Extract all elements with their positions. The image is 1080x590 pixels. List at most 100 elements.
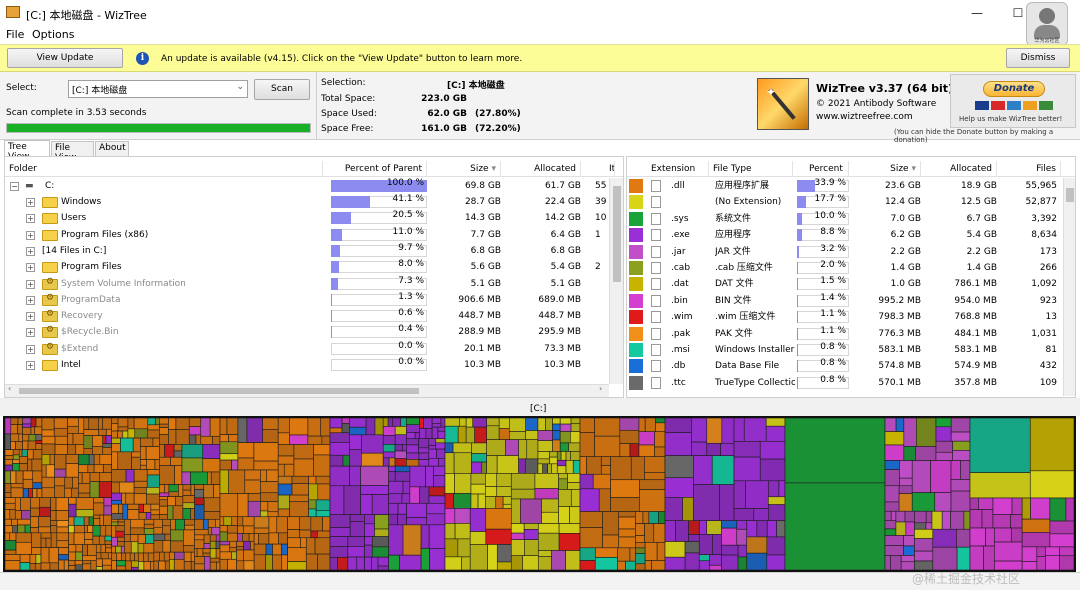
treemap-block[interactable] — [182, 495, 195, 504]
treemap-block[interactable] — [486, 418, 500, 427]
view-update-button[interactable]: View Update — [7, 48, 123, 68]
treemap-block[interactable] — [111, 536, 118, 547]
ext-row[interactable]: .bin BIN 文件 1.4 % 995.2 MB 954.0 MB 923 — [627, 293, 1075, 309]
treemap-block[interactable] — [579, 527, 603, 549]
treemap-block[interactable] — [137, 543, 145, 554]
treemap-block[interactable] — [143, 503, 152, 513]
treemap-block[interactable] — [969, 527, 986, 547]
treemap-block[interactable] — [115, 530, 125, 538]
ext-row[interactable]: .jar JAR 文件 3.2 % 2.2 GB 2.2 GB 173 — [627, 244, 1075, 260]
treemap-block[interactable] — [159, 456, 171, 466]
treemap-block[interactable] — [437, 430, 446, 440]
treemap-block[interactable] — [227, 532, 238, 542]
treemap-block[interactable] — [307, 435, 323, 445]
scan-button[interactable]: Scan — [254, 79, 310, 100]
menu-options[interactable]: Options — [32, 28, 74, 41]
treemap-block[interactable] — [374, 514, 389, 530]
treemap-block[interactable] — [92, 435, 104, 447]
treemap-block[interactable] — [190, 551, 195, 562]
treemap-block[interactable] — [549, 451, 558, 458]
treemap-block[interactable] — [733, 440, 761, 458]
treemap-block[interactable] — [209, 548, 217, 559]
treemap-block[interactable] — [551, 550, 566, 570]
treemap-block[interactable] — [618, 536, 636, 549]
treemap-block[interactable] — [903, 535, 915, 547]
treemap-block[interactable] — [299, 529, 312, 539]
treemap-block[interactable] — [153, 518, 163, 528]
treemap-block[interactable] — [635, 547, 646, 554]
treemap-block[interactable] — [10, 483, 24, 489]
treemap-block[interactable] — [903, 446, 916, 461]
treemap-block[interactable] — [209, 557, 221, 563]
treemap-block[interactable] — [140, 446, 147, 460]
treemap-block[interactable] — [111, 525, 117, 538]
treemap-block[interactable] — [440, 418, 446, 428]
treemap-block[interactable] — [27, 449, 34, 460]
treemap-block[interactable] — [194, 548, 198, 557]
treemap-block[interactable] — [174, 465, 183, 485]
treemap-block[interactable] — [12, 454, 20, 460]
treemap-block[interactable] — [178, 484, 184, 497]
treemap-block[interactable] — [469, 544, 488, 570]
treemap-block[interactable] — [111, 513, 124, 520]
treemap-block[interactable] — [34, 426, 43, 435]
treemap-block[interactable] — [280, 543, 288, 556]
treemap-block[interactable] — [207, 518, 216, 528]
treemap-block[interactable] — [746, 552, 768, 570]
treemap-block[interactable] — [709, 554, 722, 566]
treemap-block[interactable] — [253, 460, 279, 471]
menu-file[interactable]: File — [6, 28, 24, 41]
treemap-block[interactable] — [579, 456, 587, 475]
treemap-block[interactable] — [124, 534, 131, 543]
treemap-block[interactable] — [202, 548, 211, 554]
treemap-block[interactable] — [347, 546, 365, 558]
treemap-block[interactable] — [236, 540, 244, 547]
treemap-block[interactable] — [73, 525, 85, 534]
treemap-block[interactable] — [190, 561, 195, 570]
treemap-block[interactable] — [102, 418, 112, 430]
treemap-block[interactable] — [133, 493, 147, 505]
treemap-block[interactable] — [510, 488, 536, 500]
treemap-block[interactable] — [425, 465, 435, 488]
treemap-block[interactable] — [147, 429, 160, 439]
treemap-block[interactable] — [127, 428, 136, 439]
treemap-block[interactable] — [133, 480, 148, 488]
treemap-block[interactable] — [265, 543, 273, 556]
treemap-block[interactable] — [184, 518, 195, 526]
treemap-block[interactable] — [93, 454, 101, 465]
treemap-block[interactable] — [226, 418, 239, 435]
treemap-block[interactable] — [159, 496, 168, 501]
treemap-block[interactable] — [40, 547, 50, 564]
treemap-block[interactable] — [635, 523, 645, 536]
treemap-block[interactable] — [428, 457, 439, 467]
treemap-block[interactable] — [159, 499, 168, 507]
treemap-block[interactable] — [496, 544, 512, 563]
treemap-block[interactable] — [406, 418, 420, 426]
treemap-block[interactable] — [102, 564, 112, 570]
col-filetype-header[interactable]: File Type — [713, 161, 793, 177]
treemap-block[interactable] — [132, 437, 141, 453]
treemap-block[interactable] — [648, 511, 659, 524]
treemap-block[interactable] — [117, 430, 124, 439]
treemap-block[interactable] — [329, 527, 351, 537]
treemap-block[interactable] — [552, 439, 561, 452]
treemap-block[interactable] — [159, 427, 169, 435]
treemap-block[interactable] — [159, 514, 168, 520]
treemap-block[interactable] — [181, 457, 204, 473]
treemap-block[interactable] — [111, 521, 119, 527]
treemap-block[interactable] — [68, 525, 75, 534]
treemap-block[interactable] — [246, 418, 263, 443]
treemap-block[interactable] — [227, 558, 237, 570]
treemap-block[interactable] — [642, 511, 650, 524]
treemap-block[interactable] — [111, 500, 122, 505]
treemap-block[interactable] — [129, 534, 139, 543]
treemap-block[interactable] — [308, 475, 317, 485]
treemap-block[interactable] — [402, 444, 407, 452]
treemap-block[interactable] — [277, 508, 290, 518]
treemap-block[interactable] — [756, 520, 768, 538]
treemap-block[interactable] — [5, 560, 21, 570]
treemap-block[interactable] — [117, 418, 129, 428]
treemap-block[interactable] — [253, 527, 270, 534]
treemap-block[interactable] — [602, 534, 620, 549]
treemap-block[interactable] — [655, 418, 666, 424]
